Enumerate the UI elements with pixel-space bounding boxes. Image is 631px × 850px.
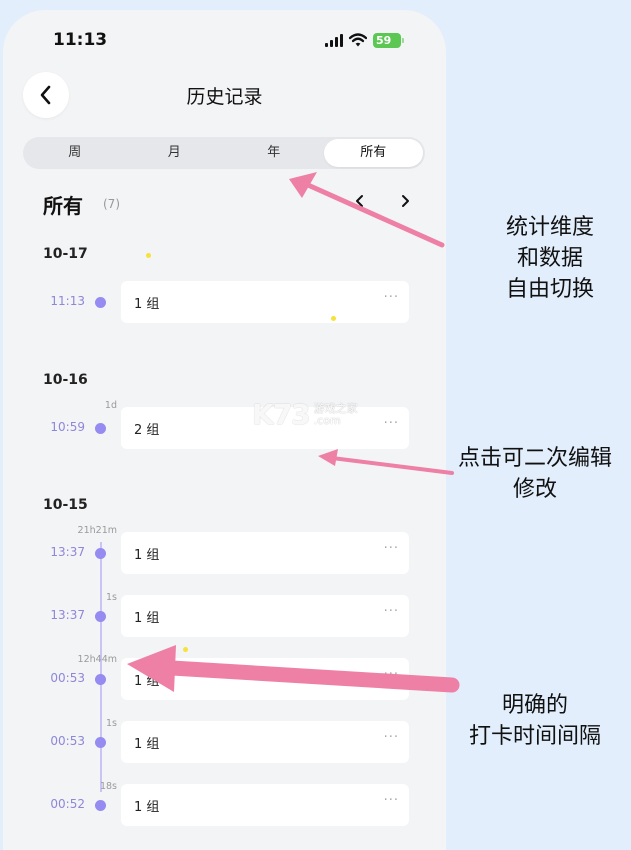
arrow-to-card (318, 449, 454, 475)
annotation-stats: 统计维度 和数据 自由切换 (470, 212, 630, 305)
arrow-to-interval (127, 645, 460, 693)
arrow-to-segments (289, 172, 445, 248)
annotation-line: 点击可二次编辑 (457, 446, 612, 471)
annotation-interval: 明确的 打卡时间间隔 (450, 690, 620, 752)
annotation-line: 统计维度 (505, 215, 594, 240)
annotation-line: 和数据 (516, 246, 583, 271)
annotation-line: 明确的 (501, 693, 568, 718)
annotation-line: 自由切换 (505, 277, 594, 302)
annotation-line: 修改 (512, 477, 557, 502)
annotation-line: 打卡时间间隔 (468, 724, 601, 749)
annotation-edit: 点击可二次编辑 修改 (440, 443, 630, 505)
